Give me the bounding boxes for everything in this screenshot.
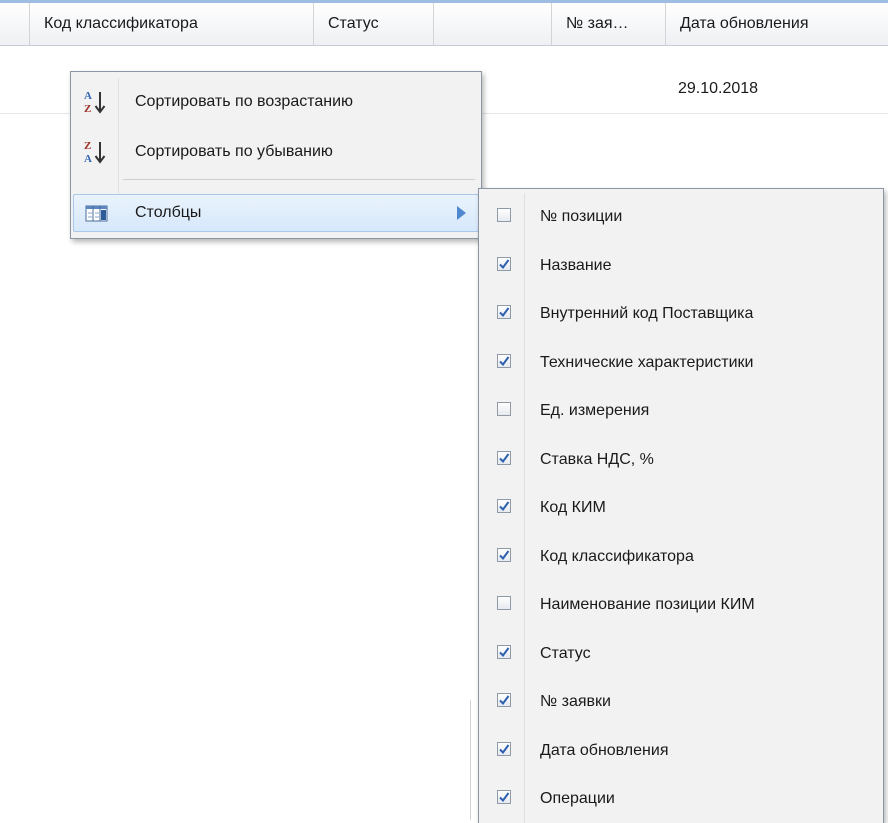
column-checkbox[interactable] [497,305,511,319]
column-toggle-label: № заявки [540,693,611,710]
columns-submenu: № позиции Название Внутренний код Поставщи… [478,188,884,823]
submenu-arrow-icon [457,206,466,220]
sort-ascending-label: Сортировать по возрастанию [135,93,354,110]
column-checkbox[interactable] [497,499,511,513]
column-toggle-label: Название [540,256,612,274]
column-toggle-label: Дата обновления [540,741,669,759]
svg-text:A: A [84,90,92,102]
sort-ascending-icon: A Z [84,90,106,115]
checkmark-icon [499,646,510,657]
column-toggle-item[interactable]: Дата обновления [481,732,881,770]
menu-separator [123,179,475,180]
column-toggle-label: Технические характеристики [540,353,754,371]
columns-icon [85,205,108,222]
column-toggle-item[interactable]: № заявки [481,683,881,721]
checkmark-icon [499,258,510,269]
cell-update-date: 29.10.2018 [678,80,759,97]
column-header-empty[interactable] [434,3,552,45]
column-toggle-label: № позиции [540,208,623,225]
sort-descending-label: Сортировать по убыванию [135,143,333,160]
checkmark-icon [499,549,510,560]
checkmark-icon [499,501,510,512]
sort-descending-menu-item[interactable]: Z A Сортировать по убыванию [73,133,479,171]
columns-label: Столбцы [135,204,202,221]
column-checkbox[interactable] [497,596,511,610]
svg-text:Z: Z [84,103,91,115]
checkmark-icon [499,355,510,366]
column-toggle-label: Код классификатора [540,547,694,565]
sort-ascending-menu-item[interactable]: A Z Сортировать по возрастанию [73,83,479,121]
column-toggle-item[interactable]: № позиции [481,198,881,236]
column-header-request-number[interactable]: № зая… [552,3,666,45]
column-checkbox[interactable] [497,547,511,562]
column-toggle-item[interactable]: Наименование позиции КИМ [481,586,881,624]
checkmark-icon [499,792,510,803]
column-toggle-item[interactable]: Ставка НДС, % [481,441,881,479]
columns-menu-item[interactable]: Столбцы [73,194,479,232]
column-header-status[interactable]: Статус [314,3,434,45]
column-toggle-item[interactable]: Внутренний код Поставщика [481,295,881,333]
column-checkbox[interactable] [497,353,511,368]
column-checkbox[interactable] [497,402,511,416]
column-toggle-item[interactable]: Операции [481,780,881,818]
column-toggle-item[interactable]: Название [481,247,881,285]
column-context-menu: A Z Сортировать по возрастанию Z A Сорти… [70,71,482,239]
column-checkbox[interactable] [497,741,511,756]
column-checkbox[interactable] [497,208,511,222]
column-toggle-item[interactable]: Код классификатора [481,538,881,576]
column-toggle-item[interactable]: Технические характеристики [481,344,881,382]
grid-column-divider [470,700,471,820]
column-checkbox[interactable] [497,644,511,659]
column-checkbox[interactable] [497,790,511,804]
column-toggle-label: Ставка НДС, % [540,450,654,468]
checkmark-icon [499,307,510,318]
column-toggle-item[interactable]: Ед. измерения [481,392,881,430]
column-toggle-item[interactable]: Статус [481,635,881,673]
svg-text:Z: Z [84,140,91,152]
sort-descending-icon: Z A [84,140,106,165]
column-header-classifier-code[interactable]: Код классификатора [30,3,314,45]
column-toggle-label: Код КИМ [540,499,606,516]
checkmark-icon [499,452,510,463]
grid-header: Код классификатора Статус № зая… Дата об… [0,3,888,46]
column-toggle-label: Наименование позиции КИМ [540,596,755,613]
column-checkbox[interactable] [497,693,511,707]
column-toggle-item[interactable]: Код КИМ [481,489,881,527]
column-toggle-label: Статус [540,644,591,662]
column-toggle-label: Внутренний код Поставщика [540,305,754,322]
column-checkbox[interactable] [497,256,511,271]
checkmark-icon [499,695,510,706]
column-header-update-date[interactable]: Дата обновления [666,3,888,45]
column-toggle-label: Ед. измерения [540,402,650,419]
svg-text:A: A [84,153,92,165]
checkmark-icon [499,743,510,754]
column-toggle-label: Операции [540,790,615,807]
column-checkbox[interactable] [497,450,511,465]
column-header-blank[interactable] [0,3,30,45]
